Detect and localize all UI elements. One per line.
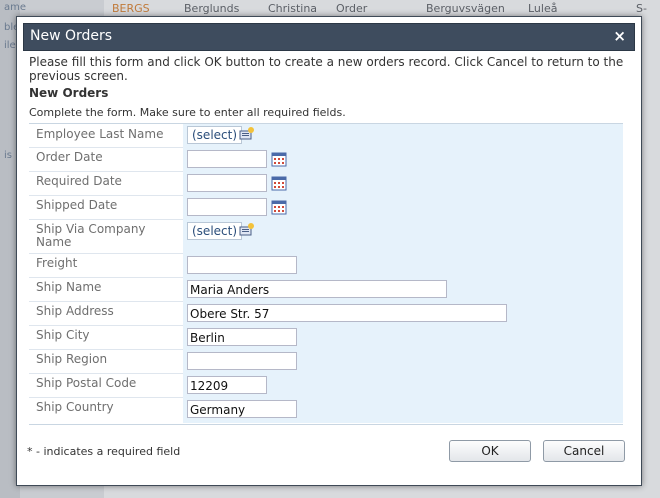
- dialog-titlebar[interactable]: New Orders ×: [23, 23, 635, 51]
- new-record-icon[interactable]: [239, 126, 255, 142]
- field-label: Ship Via Company Name: [36, 222, 146, 249]
- field-ship-country: Ship Country Germany: [29, 397, 623, 423]
- ship-country-input[interactable]: Germany: [187, 400, 297, 418]
- employee-select-link[interactable]: (select): [187, 126, 243, 144]
- background-cell: BERGS: [112, 2, 150, 15]
- field-ship-city: Ship City Berlin: [29, 325, 623, 350]
- field-ship-via-company: Ship Via Company Name (select): [29, 219, 623, 254]
- ship-region-input[interactable]: [187, 352, 297, 370]
- calendar-icon[interactable]: [271, 199, 287, 215]
- field-value-area: [183, 349, 623, 373]
- field-value-area: [183, 195, 623, 219]
- dialog-title: New Orders: [30, 28, 113, 44]
- field-value-area: (select): [183, 124, 623, 147]
- close-icon[interactable]: ×: [613, 27, 626, 45]
- freight-input[interactable]: [187, 256, 297, 274]
- field-label: Ship Postal Code: [36, 376, 137, 390]
- field-value-area: (select): [183, 219, 623, 253]
- field-value-area: [183, 253, 623, 277]
- background-cell: Berguvsvägen: [426, 2, 505, 15]
- form-title: New Orders: [29, 86, 109, 100]
- required-field-note: * - indicates a required field: [27, 445, 181, 458]
- field-ship-address: Ship Address Obere Str. 57: [29, 301, 623, 326]
- form-instructions: Complete the form. Make sure to enter al…: [29, 106, 346, 119]
- background-fragment: ile: [4, 40, 16, 51]
- field-label: Freight: [36, 256, 78, 270]
- background-cell: Order: [336, 2, 368, 15]
- ship-city-input[interactable]: Berlin: [187, 328, 297, 346]
- field-value-area: [183, 147, 623, 171]
- cancel-button[interactable]: Cancel: [543, 440, 625, 462]
- background-fragment: is: [4, 150, 12, 161]
- order-form: Employee Last Name (select) Order Date R…: [29, 123, 623, 425]
- field-label: Ship City: [36, 328, 90, 342]
- field-label: Shipped Date: [36, 198, 118, 212]
- background-cell: S-: [636, 2, 647, 15]
- field-label: Ship Country: [36, 400, 114, 414]
- field-value-area: Germany: [183, 397, 623, 423]
- field-freight: Freight: [29, 253, 623, 278]
- dialog-description: Please fill this form and click OK butto…: [29, 55, 624, 83]
- field-value-area: 12209: [183, 373, 623, 397]
- field-ship-region: Ship Region: [29, 349, 623, 374]
- shipped-date-input[interactable]: [187, 198, 267, 216]
- field-value-area: Maria Anders: [183, 277, 623, 301]
- field-required-date: Required Date: [29, 171, 623, 196]
- ok-button[interactable]: OK: [449, 440, 531, 462]
- field-label: Ship Region: [36, 352, 108, 366]
- new-record-icon[interactable]: [239, 222, 255, 238]
- new-orders-dialog: New Orders × Please fill this form and c…: [16, 16, 642, 486]
- field-label: Employee Last Name: [36, 127, 164, 141]
- field-employee-last-name: Employee Last Name (select): [29, 124, 623, 148]
- field-label: Required Date: [36, 174, 122, 188]
- field-ship-name: Ship Name Maria Anders: [29, 277, 623, 302]
- ship-name-input[interactable]: Maria Anders: [187, 280, 447, 298]
- required-date-input[interactable]: [187, 174, 267, 192]
- field-value-area: Obere Str. 57: [183, 301, 623, 325]
- ship-address-input[interactable]: Obere Str. 57: [187, 304, 507, 322]
- calendar-icon[interactable]: [271, 175, 287, 191]
- field-value-area: Berlin: [183, 325, 623, 349]
- ship-via-select-link[interactable]: (select): [187, 222, 243, 240]
- background-cell: Berglunds: [184, 2, 240, 15]
- field-ship-postal-code: Ship Postal Code 12209: [29, 373, 623, 398]
- background-cell: Christina: [268, 2, 318, 15]
- field-label: Order Date: [36, 150, 103, 164]
- background-fragment: ame: [4, 2, 27, 13]
- field-shipped-date: Shipped Date: [29, 195, 623, 220]
- ship-postal-code-input[interactable]: 12209: [187, 376, 267, 394]
- field-value-area: [183, 171, 623, 195]
- field-order-date: Order Date: [29, 147, 623, 172]
- field-label: Ship Address: [36, 304, 114, 318]
- background-cell: Luleå: [528, 2, 558, 15]
- calendar-icon[interactable]: [271, 151, 287, 167]
- order-date-input[interactable]: [187, 150, 267, 168]
- field-label: Ship Name: [36, 280, 102, 294]
